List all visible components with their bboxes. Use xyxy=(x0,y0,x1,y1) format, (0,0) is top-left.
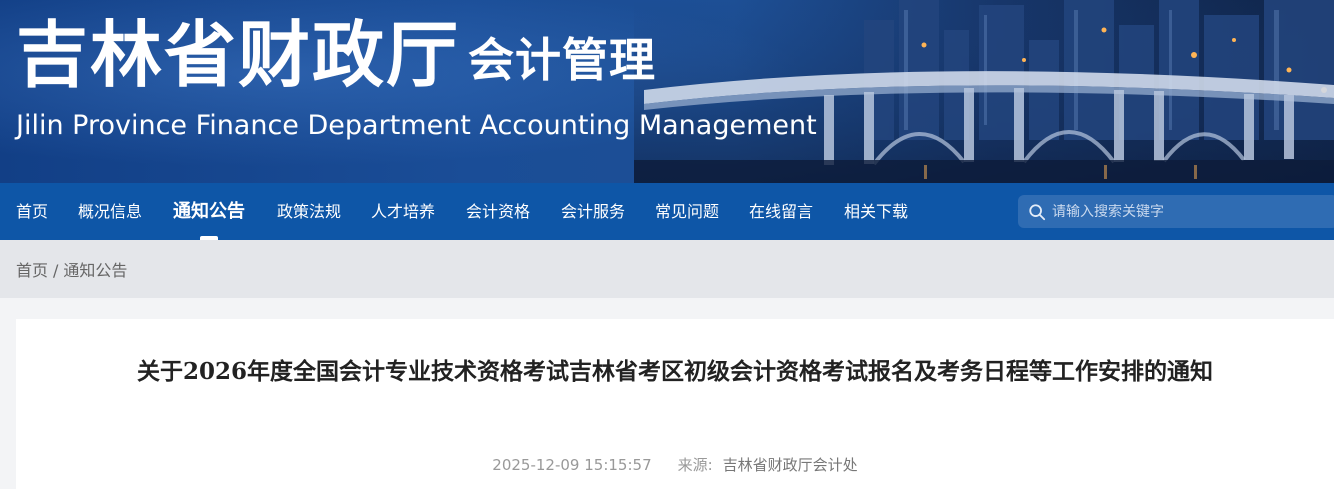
article-source-label: 来源: xyxy=(677,456,713,474)
breadcrumb-bar: 首页 / 通知公告 xyxy=(0,240,1334,298)
nav-item-message[interactable]: 在线留言 xyxy=(749,183,813,240)
nav-item-downloads[interactable]: 相关下载 xyxy=(844,183,908,240)
nav-item-label: 相关下载 xyxy=(844,202,909,221)
search-box xyxy=(1018,195,1334,228)
nav-item-qualification[interactable]: 会计资格 xyxy=(466,183,530,240)
city-bridge-illustration xyxy=(634,0,1334,183)
search-input[interactable] xyxy=(1052,203,1332,220)
nav-item-label: 人才培养 xyxy=(371,202,436,221)
site-subtitle: 会计管理 xyxy=(468,33,656,87)
nav-item-policies[interactable]: 政策法规 xyxy=(277,183,341,240)
breadcrumb: 首页 / 通知公告 xyxy=(16,257,127,281)
nav-item-label: 概况信息 xyxy=(78,202,143,221)
article-source-value: 吉林省财政厅会计处 xyxy=(722,456,858,474)
nav-item-label: 在线留言 xyxy=(749,202,814,221)
active-indicator xyxy=(200,236,218,240)
nav-item-overview[interactable]: 概况信息 xyxy=(78,183,142,240)
nav-item-faq[interactable]: 常见问题 xyxy=(655,183,719,240)
breadcrumb-home-link[interactable]: 首页 xyxy=(16,261,48,280)
nav-item-home[interactable]: 首页 xyxy=(16,183,48,240)
article-datetime: 2025-12-09 15:15:57 xyxy=(492,456,652,474)
nav-item-label: 通知公告 xyxy=(173,201,245,222)
article-card: 关于2026年度全国会计专业技术资格考试吉林省考区初级会计资格考试报名及考务日程… xyxy=(16,319,1334,489)
header-banner: 吉林省财政厅 会计管理 Jilin Province Finance Depar… xyxy=(0,0,1334,183)
site-title: 吉林省财政厅 xyxy=(16,13,461,97)
nav-item-services[interactable]: 会计服务 xyxy=(561,183,625,240)
nav-item-label: 常见问题 xyxy=(655,202,720,221)
article-title: 关于2026年度全国会计专业技术资格考试吉林省考区初级会计资格考试报名及考务日程… xyxy=(136,358,1213,385)
breadcrumb-current-link[interactable]: 通知公告 xyxy=(63,261,127,280)
nav-item-label: 政策法规 xyxy=(277,202,342,221)
article-meta: 2025-12-09 15:15:57 来源: 吉林省财政厅会计处 xyxy=(16,454,1334,475)
breadcrumb-separator: / xyxy=(53,261,59,280)
nav-item-label: 首页 xyxy=(16,202,49,221)
nav-item-label: 会计服务 xyxy=(561,202,626,221)
nav-item-training[interactable]: 人才培养 xyxy=(371,183,435,240)
main-nav: 首页 概况信息 通知公告 政策法规 人才培养 会计资格 会计服务 常见问题 在线… xyxy=(0,183,1334,240)
site-title-english: Jilin Province Finance Department Accoun… xyxy=(16,110,817,141)
nav-item-notices[interactable]: 通知公告 xyxy=(173,183,245,240)
nav-item-label: 会计资格 xyxy=(466,202,531,221)
search-icon[interactable] xyxy=(1028,203,1046,221)
